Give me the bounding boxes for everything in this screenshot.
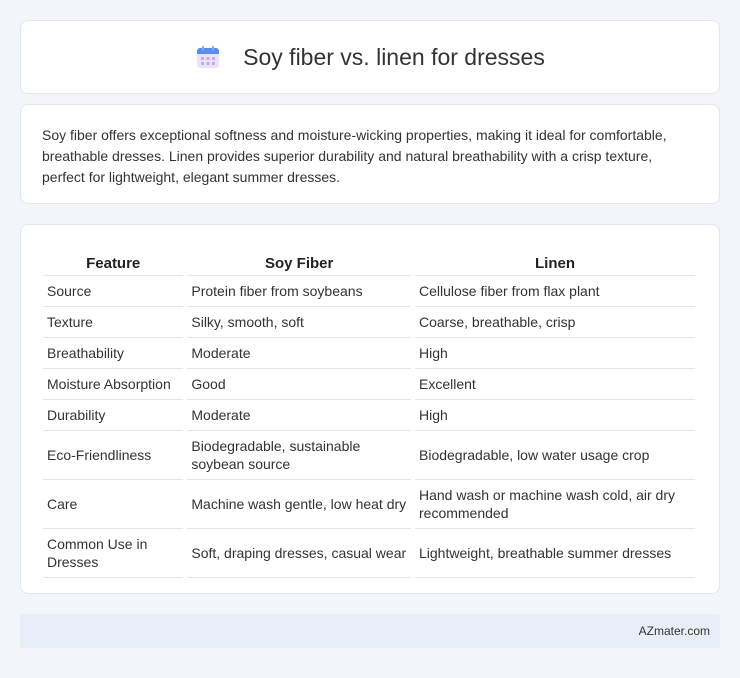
soy-fiber-cell: Moderate — [187, 338, 411, 369]
feature-cell: Texture — [43, 307, 184, 338]
linen-cell: Biodegradable, low water usage crop — [415, 431, 695, 480]
soy-fiber-cell: Good — [187, 369, 411, 400]
table-row: Care Machine wash gentle, low heat dry H… — [43, 480, 695, 529]
feature-cell: Durability — [43, 400, 184, 431]
soy-fiber-cell: Soft, draping dresses, casual wear — [187, 529, 411, 578]
linen-cell: Coarse, breathable, crisp — [415, 307, 695, 338]
soy-fiber-cell: Moderate — [187, 400, 411, 431]
feature-cell: Eco-Friendliness — [43, 431, 184, 480]
table-row: Moisture Absorption Good Excellent — [43, 369, 695, 400]
table-row: Durability Moderate High — [43, 400, 695, 431]
footer-site-label: AZmater.com — [638, 624, 710, 638]
header-card: Soy fiber vs. linen for dresses — [20, 20, 720, 94]
header-feature: Feature — [43, 245, 184, 276]
table-row: Breathability Moderate High — [43, 338, 695, 369]
feature-cell: Common Use in Dresses — [43, 529, 184, 578]
table-row: Eco-Friendliness Biodegradable, sustaina… — [43, 431, 695, 480]
intro-card: Soy fiber offers exceptional softness an… — [20, 104, 720, 204]
feature-cell: Source — [43, 276, 184, 307]
footer: AZmater.com — [20, 614, 720, 648]
calendar-icon — [195, 44, 221, 70]
linen-cell: Cellulose fiber from flax plant — [415, 276, 695, 307]
header-soy-fiber: Soy Fiber — [187, 245, 411, 276]
feature-cell: Moisture Absorption — [43, 369, 184, 400]
linen-cell: Lightweight, breathable summer dresses — [415, 529, 695, 578]
soy-fiber-cell: Protein fiber from soybeans — [187, 276, 411, 307]
feature-cell: Care — [43, 480, 184, 529]
feature-cell: Breathability — [43, 338, 184, 369]
comparison-table: Feature Soy Fiber Linen Source Protein f… — [39, 245, 699, 578]
soy-fiber-cell: Biodegradable, sustainable soybean sourc… — [187, 431, 411, 480]
header-linen: Linen — [415, 245, 695, 276]
soy-fiber-cell: Silky, smooth, soft — [187, 307, 411, 338]
linen-cell: Excellent — [415, 369, 695, 400]
intro-text: Soy fiber offers exceptional softness an… — [42, 127, 667, 185]
linen-cell: High — [415, 400, 695, 431]
table-row: Common Use in Dresses Soft, draping dres… — [43, 529, 695, 578]
table-row: Source Protein fiber from soybeans Cellu… — [43, 276, 695, 307]
page-title: Soy fiber vs. linen for dresses — [243, 43, 545, 70]
soy-fiber-cell: Machine wash gentle, low heat dry — [187, 480, 411, 529]
linen-cell: High — [415, 338, 695, 369]
header: Soy fiber vs. linen for dresses — [195, 44, 545, 71]
table-row: Texture Silky, smooth, soft Coarse, brea… — [43, 307, 695, 338]
linen-cell: Hand wash or machine wash cold, air dry … — [415, 480, 695, 529]
comparison-table-card: Feature Soy Fiber Linen Source Protein f… — [20, 224, 720, 594]
table-header-row: Feature Soy Fiber Linen — [43, 245, 695, 276]
